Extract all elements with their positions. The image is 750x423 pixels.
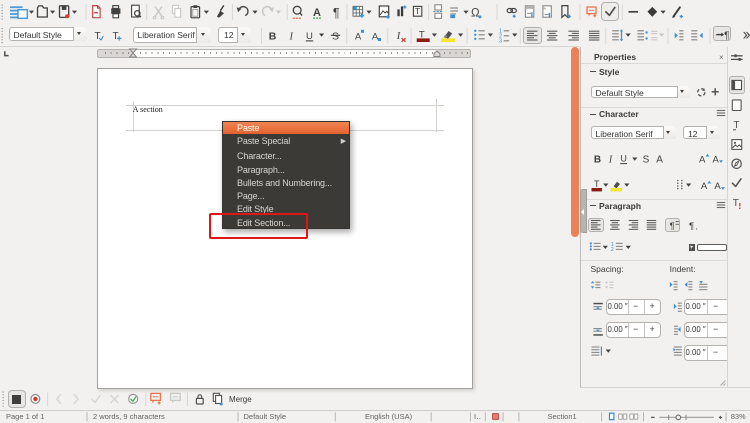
svg-text:T: T [112,31,118,42]
svg-text:3: 3 [499,39,502,45]
svg-text:I: I [288,32,293,43]
svg-text:,: , [696,224,698,231]
svg-text:¶: ¶ [724,31,729,42]
svg-text:A: A [372,32,379,43]
svg-text:B: B [269,31,277,43]
svg-text:U: U [306,31,313,42]
svg-text:¶: ¶ [670,221,675,232]
svg-text:T: T [94,31,100,42]
svg-text:Ω: Ω [471,8,480,20]
svg-text:2: 2 [611,247,614,253]
svg-text:A: A [714,181,721,192]
svg-text:A: A [656,154,663,165]
svg-text:A: A [713,154,720,165]
svg-text:T: T [733,198,739,209]
svg-text:S: S [643,154,650,165]
svg-text:A: A [313,7,321,19]
svg-text:T: T [594,179,600,189]
svg-text:S: S [332,31,339,43]
svg-text:I: I [608,154,613,165]
svg-text:¶: ¶ [333,6,340,20]
svg-text:U: U [620,154,627,164]
svg-text:B: B [594,154,601,165]
svg-text:T: T [415,6,420,16]
svg-text:A: A [699,154,706,165]
svg-text:A: A [355,32,362,43]
svg-text:I: I [396,31,401,42]
svg-text:A: A [701,181,708,192]
svg-text:¶: ¶ [689,221,694,232]
